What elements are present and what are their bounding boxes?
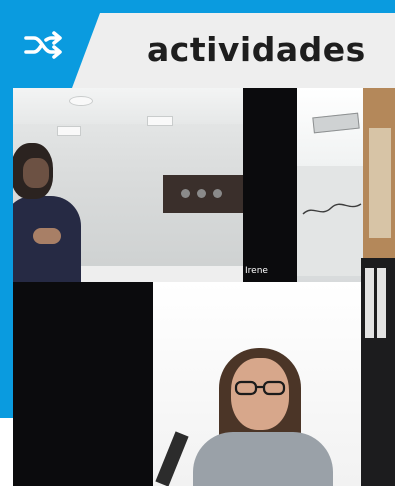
ceiling-light xyxy=(57,126,81,136)
microphone-stand xyxy=(155,431,189,486)
binder xyxy=(377,268,386,338)
presenter-face xyxy=(23,158,49,188)
participant-shirt xyxy=(193,432,333,486)
video-tile-participant[interactable] xyxy=(153,282,361,486)
video-tile-room[interactable] xyxy=(297,88,395,282)
presenter-hands xyxy=(33,228,61,244)
ceiling-light xyxy=(147,116,173,126)
binder xyxy=(365,268,374,338)
room-wall xyxy=(297,166,367,276)
ceiling-lamp xyxy=(312,112,360,134)
bookshelf-inner xyxy=(369,128,391,238)
ceiling xyxy=(13,88,243,124)
panel-socket xyxy=(181,189,190,198)
panel-socket xyxy=(213,189,222,198)
shuffle-icon xyxy=(24,31,62,59)
wall-scribble xyxy=(302,203,362,215)
panel-socket xyxy=(197,189,206,198)
video-tile-shelf[interactable] xyxy=(361,258,395,486)
glasses xyxy=(234,380,286,396)
participant-name-label: Irene xyxy=(245,266,268,276)
room-floor xyxy=(73,266,243,282)
page-title: actividades xyxy=(147,30,366,69)
top-accent-bar xyxy=(0,0,395,13)
video-tile-presenter[interactable] xyxy=(13,88,243,282)
video-grid: Irene xyxy=(13,88,395,486)
wall-panel xyxy=(163,175,243,213)
ceiling-light xyxy=(69,96,93,106)
